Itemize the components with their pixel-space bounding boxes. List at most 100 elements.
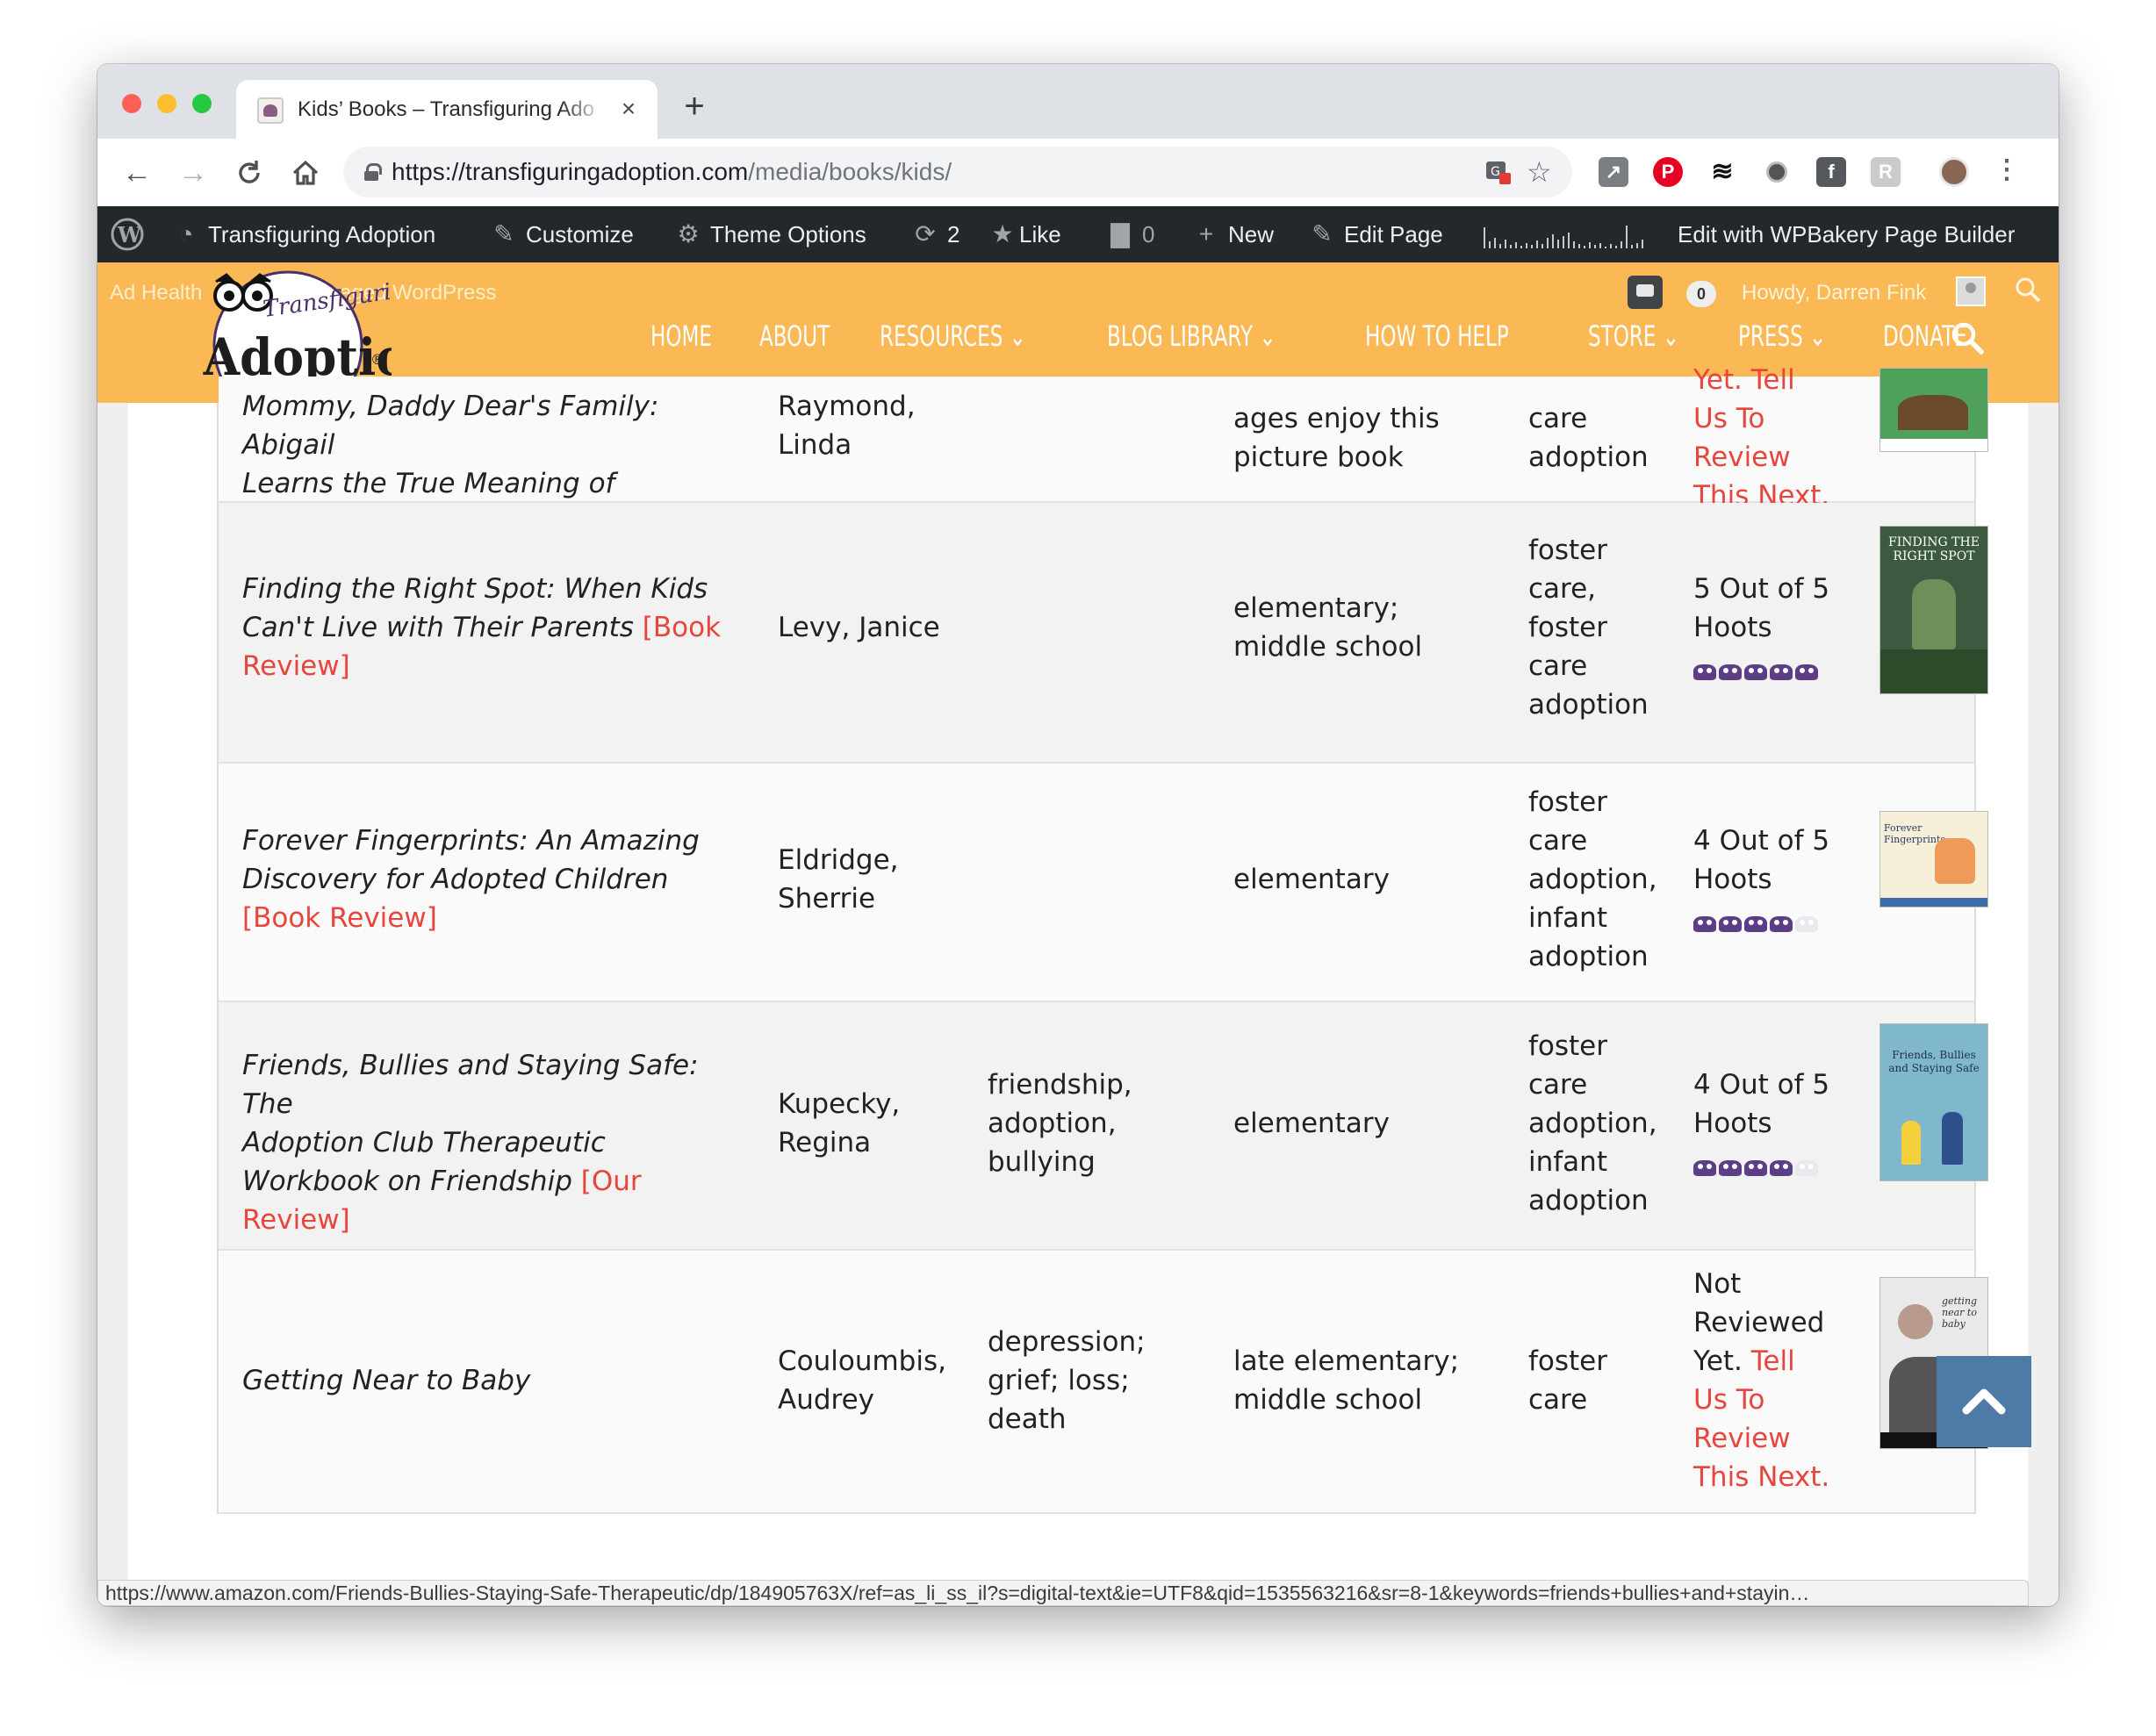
site-name-link[interactable]: ◔ Transfiguring Adoption: [171, 206, 436, 262]
star-icon: ★: [991, 220, 1014, 247]
browser-tab[interactable]: Kids’ Books – Transfiguring Ado ×: [236, 80, 658, 139]
comments-link[interactable]: ▇ 0: [1105, 206, 1154, 262]
type-line: foster: [1528, 1030, 1608, 1062]
nav-about[interactable]: ABOUT: [759, 312, 830, 361]
owl-icon: [1719, 915, 1742, 932]
stats-sparkline[interactable]: [1483, 222, 1649, 248]
author-line: Kupecky,: [778, 1088, 901, 1120]
chevron-up-icon: [1962, 1388, 2006, 1415]
book-age: late elementary; middle school: [1233, 1342, 1497, 1419]
book-review[interactable]: Yet. Tell Us To Review This Next.: [1693, 361, 1851, 515]
book-cover-image[interactable]: [1879, 368, 1988, 452]
zoom-window-button[interactable]: [192, 94, 212, 113]
book-review[interactable]: Not Reviewed Yet. Tell Us To Review This…: [1693, 1265, 1851, 1496]
buffer-icon[interactable]: ≋: [1707, 157, 1737, 187]
book-author: Eldridge, Sherrie: [778, 841, 953, 918]
title-line: Workbook on Friendship: [242, 1166, 572, 1197]
menu-kebab-icon[interactable]: ⋮: [1992, 157, 2022, 187]
review-line: Hoots: [1693, 612, 1772, 643]
updates-link[interactable]: ⟳ 2: [910, 206, 959, 262]
book-review: 4 Out of 5 Hoots: [1693, 1065, 1851, 1176]
table-row: Getting Near to Baby Couloumbis, Audrey …: [219, 1251, 1988, 1514]
close-window-button[interactable]: [122, 94, 141, 113]
author-line: Regina: [778, 1127, 872, 1159]
nav-press[interactable]: PRESS ⌄: [1738, 312, 1826, 361]
address-bar[interactable]: https://transfiguringadoption.com/media/…: [343, 147, 1572, 197]
owl-icon: [1693, 663, 1716, 680]
tell-us-link[interactable]: Tell: [1751, 1345, 1795, 1377]
book-cover-image[interactable]: Forever Fingerprints: [1879, 811, 1988, 907]
author-line: Linda: [778, 429, 852, 461]
table-row: Mommy, Daddy Dear's Family: Abigail Lear…: [219, 364, 1988, 538]
svg-text:®: ®: [370, 351, 384, 368]
profile-avatar[interactable]: [1939, 157, 1969, 187]
review-link[interactable]: [Our: [581, 1166, 642, 1197]
like-label: Like: [1019, 221, 1061, 247]
forward-arrow-icon[interactable]: →: [173, 153, 213, 193]
bookmark-star-icon[interactable]: ☆: [1527, 156, 1552, 188]
review-link[interactable]: Review]: [242, 647, 734, 685]
table-row: Finding the Right Spot: When Kids Can't …: [219, 503, 1988, 764]
scroll-to-top-button[interactable]: [1937, 1356, 2031, 1447]
review-line: 5 Out of 5: [1693, 573, 1830, 605]
customize-link[interactable]: ✎ Customize: [489, 206, 634, 262]
user-avatar-icon[interactable]: [1956, 276, 1986, 306]
nav-home[interactable]: HOME: [650, 312, 712, 361]
review-link[interactable]: [Book: [643, 612, 721, 643]
book-age: ages enjoy this picture book: [1233, 399, 1497, 477]
nav-how-to-help[interactable]: HOW TO HELP: [1365, 312, 1509, 361]
table-row: Friends, Bullies and Staying Safe: The A…: [219, 1002, 1988, 1251]
edit-page-link[interactable]: ✎ Edit Page: [1307, 206, 1443, 262]
book-cover-image[interactable]: Friends, Bullies and Staying Safe: [1879, 1023, 1988, 1181]
gear-icon: ⚙: [677, 220, 700, 247]
pinterest-icon[interactable]: P: [1653, 157, 1683, 187]
nav-search-icon[interactable]: [1950, 320, 1985, 355]
notification-bubble-icon[interactable]: [1628, 276, 1663, 309]
owl-icon: [1744, 1159, 1767, 1176]
howdy-user[interactable]: Howdy, Darren Fink: [1742, 280, 1926, 306]
book-title[interactable]: Friends, Bullies and Staying Safe: The A…: [242, 1046, 734, 1239]
type-line: care: [1528, 650, 1588, 682]
nav-store[interactable]: STORE ⌄: [1588, 312, 1679, 361]
book-topics: depression; grief; loss; death: [988, 1323, 1207, 1438]
tab-close-icon[interactable]: ×: [615, 94, 642, 124]
book-title[interactable]: Getting Near to Baby: [242, 1361, 734, 1400]
translate-icon[interactable]: G: [1484, 158, 1513, 190]
book-age: elementary: [1233, 864, 1390, 895]
wpbakery-link[interactable]: Edit with WPBakery Page Builder: [1678, 206, 2015, 262]
notification-count[interactable]: 0: [1686, 281, 1716, 307]
wordpress-logo-icon[interactable]: W: [110, 206, 145, 262]
type-line: infant: [1528, 1146, 1607, 1178]
type-line: adoption: [1528, 941, 1649, 972]
owl-icon: [1795, 1159, 1818, 1176]
home-icon[interactable]: [285, 153, 326, 193]
search-icon[interactable]: [2013, 275, 2043, 305]
review-link[interactable]: Review]: [242, 1201, 734, 1239]
type-line: care: [1528, 1384, 1588, 1416]
nav-blog-library[interactable]: BLOG LIBRARY ⌄: [1107, 312, 1276, 361]
extension-circle-icon[interactable]: [1762, 157, 1792, 187]
review-link[interactable]: [Book Review]: [242, 899, 734, 937]
edit-page-label: Edit Page: [1344, 221, 1443, 247]
nav-resources[interactable]: RESOURCES ⌄: [880, 312, 1026, 361]
new-content-link[interactable]: + New: [1191, 206, 1274, 262]
theme-options-link[interactable]: ⚙ Theme Options: [673, 206, 866, 262]
type-line: adoption,: [1528, 1108, 1657, 1139]
extension-chart-icon[interactable]: ↗: [1599, 157, 1628, 187]
author-line: Audrey: [778, 1384, 875, 1416]
like-link[interactable]: ★ Like: [988, 206, 1061, 262]
dashboard-icon: ◔: [178, 220, 194, 247]
new-tab-button[interactable]: +: [677, 89, 712, 124]
book-title[interactable]: Forever Fingerprints: An Amazing Discove…: [242, 821, 734, 937]
extension-r-icon[interactable]: R: [1871, 157, 1901, 187]
book-cover-image[interactable]: FINDING THE RIGHT SPOT: [1879, 526, 1988, 694]
minimize-window-button[interactable]: [157, 94, 176, 113]
back-arrow-icon[interactable]: ←: [117, 153, 157, 193]
review-line: 4 Out of 5: [1693, 1069, 1830, 1101]
review-line: Not: [1693, 1268, 1742, 1300]
book-title[interactable]: Finding the Right Spot: When Kids Can't …: [242, 570, 734, 685]
owl-icon: [1770, 663, 1793, 680]
type-line: adoption: [1528, 1185, 1649, 1216]
reload-icon[interactable]: [229, 153, 270, 193]
facebook-icon[interactable]: f: [1816, 157, 1846, 187]
